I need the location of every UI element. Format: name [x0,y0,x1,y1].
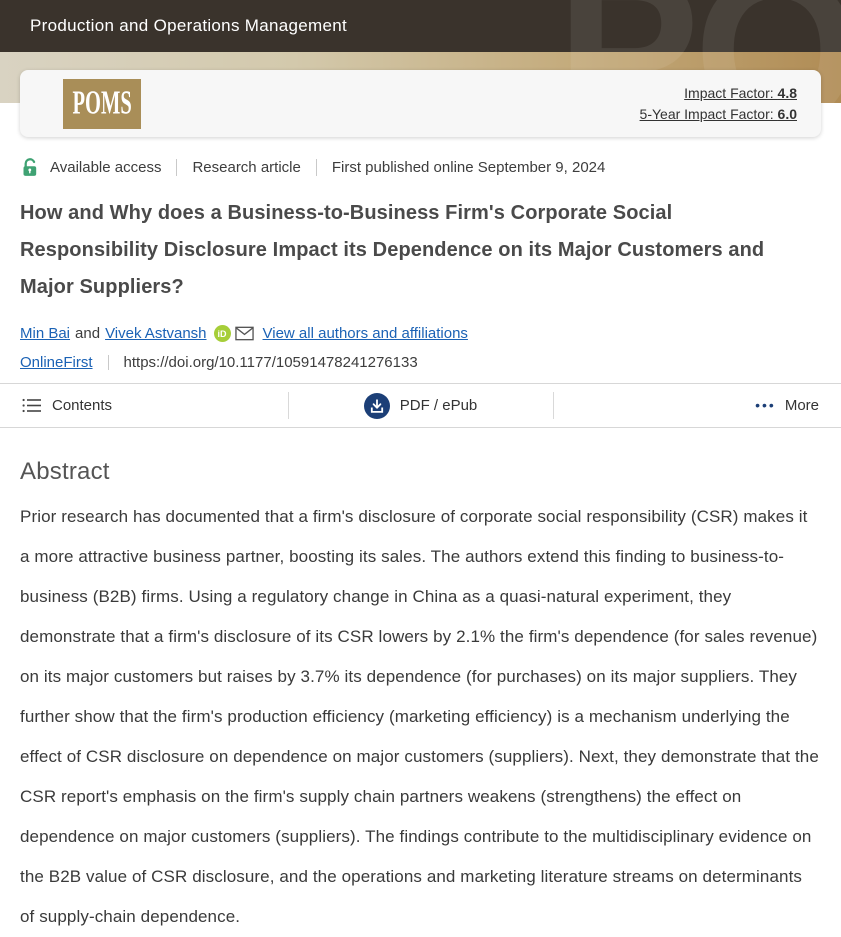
author-link-min-bai[interactable]: Min Bai [20,325,70,342]
impact-factors: Impact Factor: 4.8 5-Year Impact Factor:… [640,83,797,125]
journal-title-bar: Production and Operations Management [0,0,841,52]
divider [176,159,177,176]
online-first-link[interactable]: OnlineFirst [20,354,93,371]
divider [316,159,317,176]
journal-title[interactable]: Production and Operations Management [30,16,347,36]
five-year-impact-factor-link[interactable]: 5-Year Impact Factor: 6.0 [640,104,797,125]
contents-list-icon [22,397,42,414]
ellipsis-icon: ••• [755,397,776,413]
abstract-heading: Abstract [20,458,821,486]
poms-logo-text: POMS [72,85,131,123]
masthead-card: POMS Impact Factor: 4.8 5-Year Impact Fa… [20,70,821,137]
access-label: Available access [50,159,161,176]
view-all-authors-link[interactable]: View all authors and affiliations [263,325,468,342]
orcid-icon[interactable]: iD [214,325,231,342]
contents-label: Contents [52,397,112,414]
impact-factor-label: Impact Factor: [684,85,777,101]
pdf-epub-button[interactable]: PDF / ePub [288,384,554,427]
article-meta-row: Available access Research article First … [20,157,821,178]
more-label: More [785,397,819,414]
open-lock-icon [20,157,41,178]
pdf-epub-label: PDF / ePub [400,397,478,414]
abstract-section: Abstract Prior research has documented t… [0,458,841,937]
five-year-impact-factor-value: 6.0 [778,106,797,122]
authors-row: Min Bai and Vivek Astvansh iD View all a… [20,325,821,342]
impact-factor-value: 4.8 [778,85,797,101]
more-button[interactable]: ••• More [553,384,841,427]
article-toolbar: Contents PDF / ePub ••• More [0,383,841,428]
impact-factor-link[interactable]: Impact Factor: 4.8 [640,83,797,104]
divider [108,355,109,370]
authors-conjunction: and [75,325,100,342]
poms-logo[interactable]: POMS [63,79,141,129]
author-link-vivek-astvansh[interactable]: Vivek Astvansh [105,325,206,342]
article-title: How and Why does a Business-to-Business … [20,195,765,306]
article-type-label: Research article [192,159,300,176]
abstract-text: Prior research has documented that a fir… [20,497,821,937]
download-icon [364,393,390,419]
email-icon[interactable] [235,326,254,341]
doi-text: https://doi.org/10.1177/1059147824127613… [124,354,418,371]
contents-button[interactable]: Contents [0,384,288,427]
source-row: OnlineFirst https://doi.org/10.1177/1059… [20,354,821,371]
published-date: First published online September 9, 2024 [332,159,606,176]
article-header: Available access Research article First … [0,157,841,371]
five-year-impact-factor-label: 5-Year Impact Factor: [640,106,778,122]
